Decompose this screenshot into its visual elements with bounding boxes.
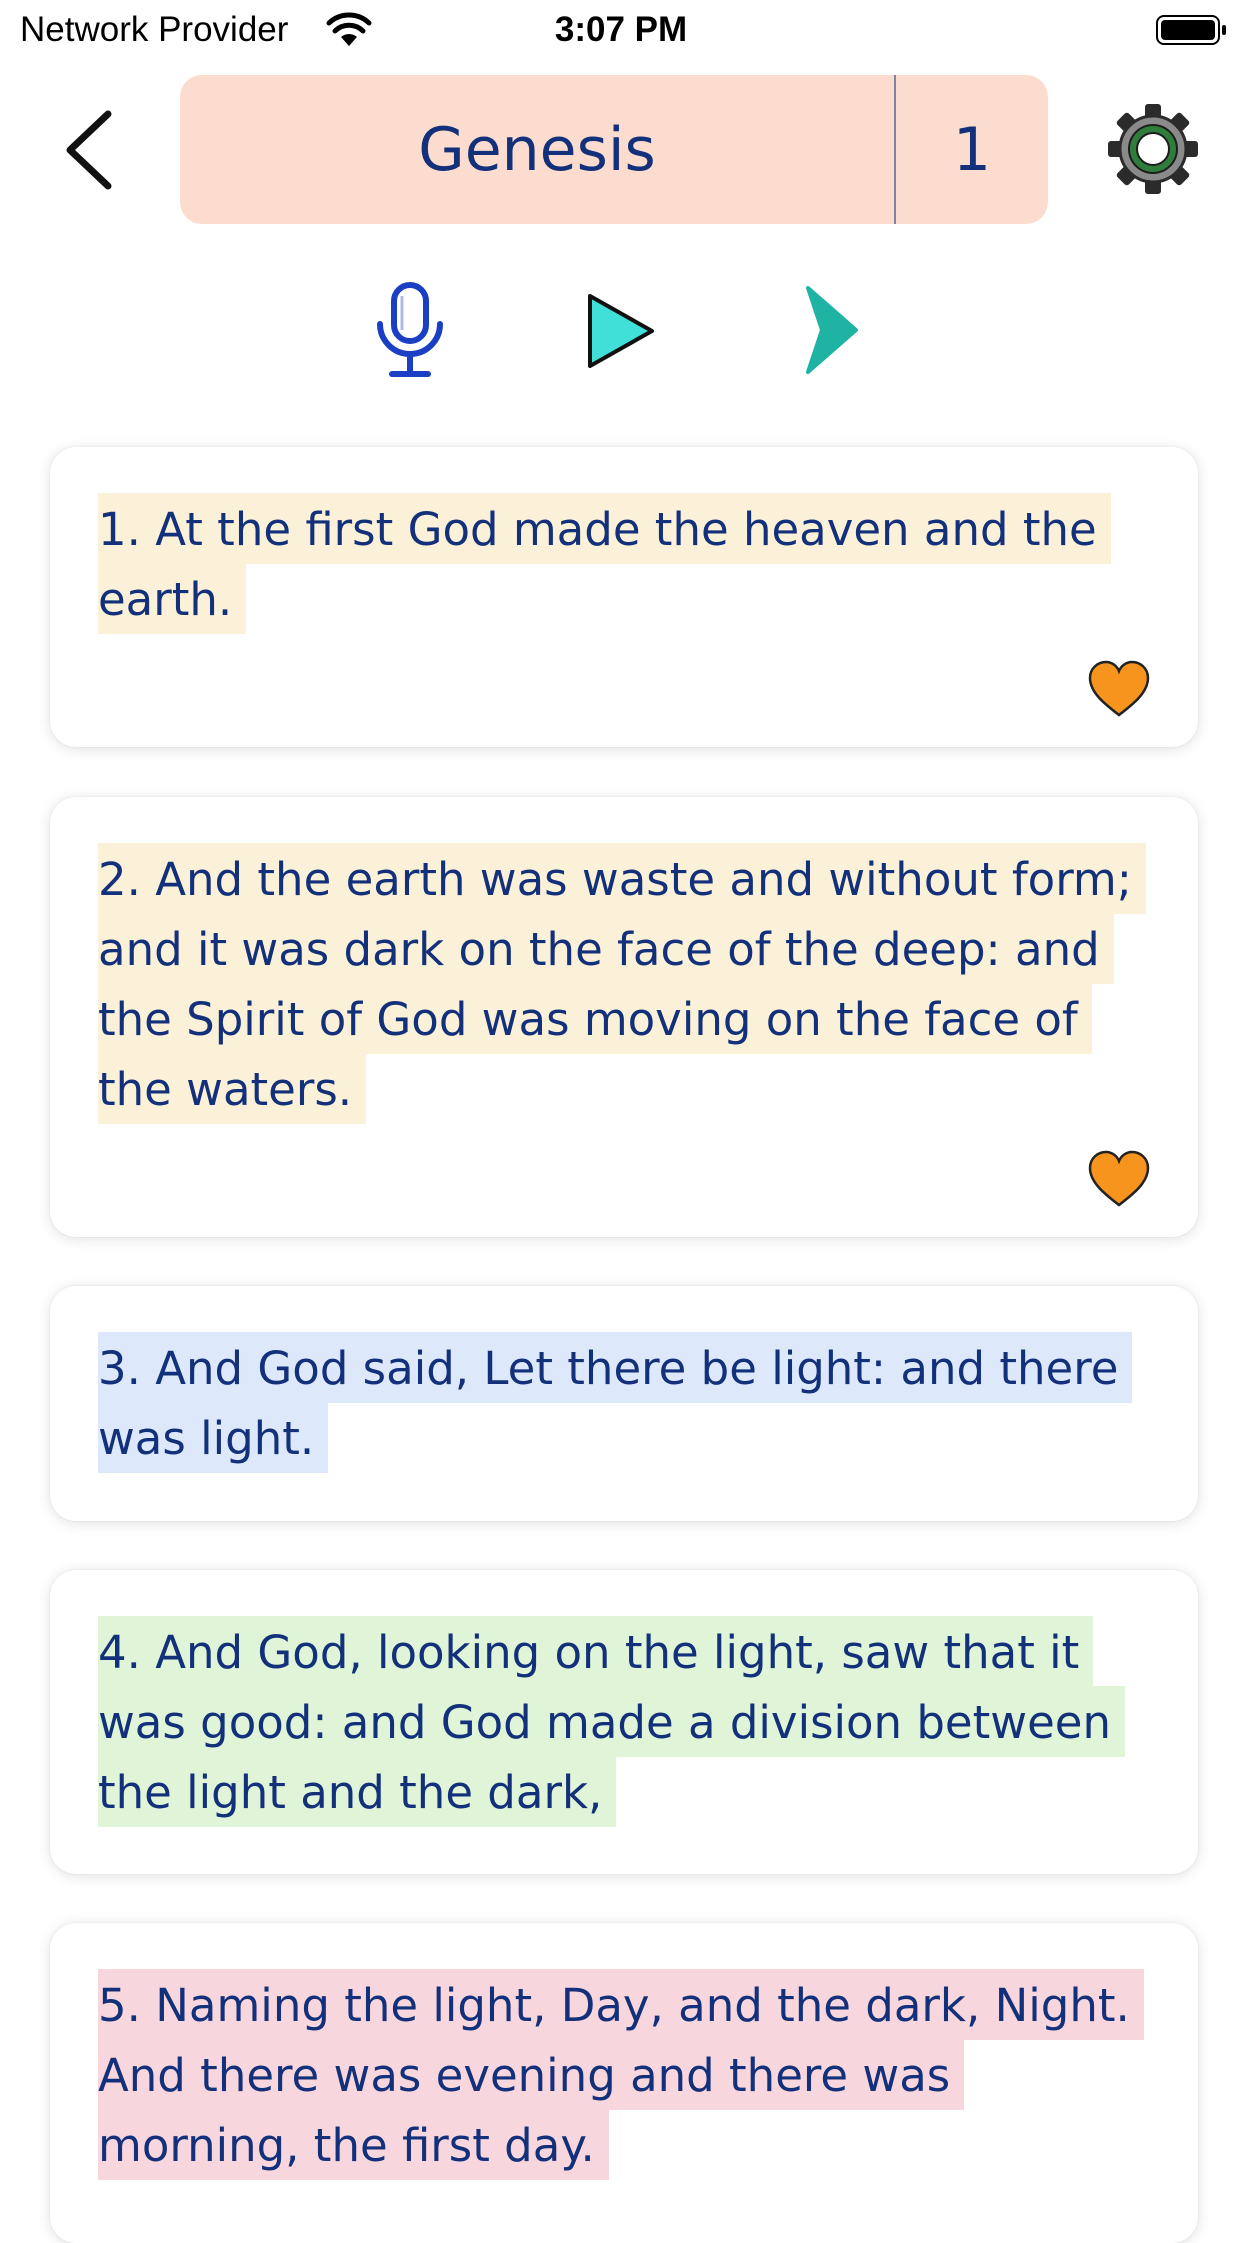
book-chapter-selector: Genesis 1 <box>180 75 1048 224</box>
verse-text: 5. Naming the light, Day, and the dark, … <box>98 1969 1158 2181</box>
status-time: 3:07 PM <box>554 10 688 49</box>
chapter-selector-button[interactable]: 1 <box>896 75 1048 224</box>
verse-text: 2. And the earth was waste and without f… <box>98 843 1158 1125</box>
battery-icon <box>1156 15 1226 45</box>
book-selector-button[interactable]: Genesis <box>180 75 894 224</box>
play-icon[interactable] <box>584 290 658 372</box>
heart-icon[interactable] <box>1086 659 1152 719</box>
next-chevron-icon[interactable] <box>800 284 862 376</box>
verse-card[interactable]: 1. At the first God made the heaven and … <box>50 447 1198 747</box>
verse-card[interactable]: 2. And the earth was waste and without f… <box>50 797 1198 1237</box>
verse-card[interactable]: 4. And God, looking on the light, saw th… <box>50 1570 1198 1874</box>
microphone-icon[interactable] <box>372 282 448 380</box>
gear-icon[interactable] <box>1106 102 1200 196</box>
status-bar: Network Provider 3:07 PM <box>0 0 1242 62</box>
back-icon[interactable] <box>60 108 120 192</box>
verse-text: 3. And God said, Let there be light: and… <box>98 1332 1158 1474</box>
verse-card[interactable]: 3. And God said, Let there be light: and… <box>50 1286 1198 1521</box>
verse-card[interactable]: 5. Naming the light, Day, and the dark, … <box>50 1923 1198 2243</box>
verse-text: 1. At the first God made the heaven and … <box>98 493 1158 635</box>
heart-icon[interactable] <box>1086 1149 1152 1209</box>
verse-text: 4. And God, looking on the light, saw th… <box>98 1616 1158 1828</box>
